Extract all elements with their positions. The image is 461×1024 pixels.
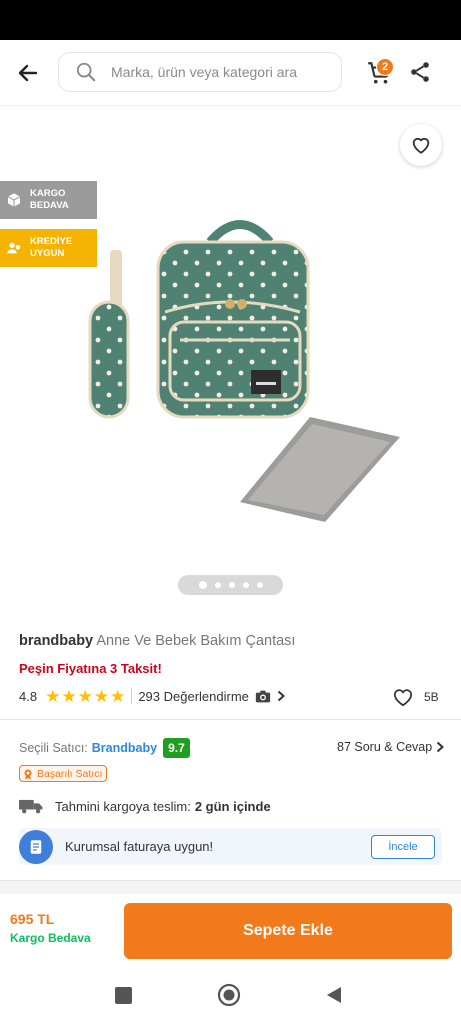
qa-link[interactable]: 87 Soru & Cevap (337, 740, 445, 754)
seller-label: Seçili Satıcı: (19, 741, 88, 755)
like-button[interactable]: 5B (392, 687, 439, 707)
seller-section: Seçili Satıcı: Brandbaby 9.7 87 Soru & C… (0, 720, 461, 880)
product-brand[interactable]: brandbaby (19, 633, 93, 649)
favorite-button[interactable] (400, 124, 442, 166)
product-name: Anne Ve Bebek Bakım Çantası (96, 633, 296, 649)
reviews-count: 293 Değerlendirme (138, 688, 249, 704)
product-info: brandbaby Anne Ve Bebek Bakım Çantası Pe… (0, 613, 461, 720)
shipping-estimate: Tahmini kargoya teslim: 2 gün içinde (19, 798, 271, 814)
share-icon (411, 62, 429, 82)
product-image (88, 220, 400, 522)
star-icon: ★ (77, 686, 93, 706)
pagination-dot[interactable] (198, 581, 207, 589)
star-icon: ★ (110, 686, 126, 706)
invoice-text: Kurumsal faturaya uygun! (65, 839, 214, 854)
cart-count-badge: 2 (376, 58, 394, 76)
product-title: brandbaby Anne Ve Bebek Bakım Çantası (19, 633, 295, 649)
pagination-dot[interactable] (214, 582, 221, 588)
search-input[interactable]: Marka, ürün veya kategori ara (58, 52, 342, 92)
pagination-dot[interactable] (242, 582, 249, 588)
invoice-icon (19, 829, 53, 864)
corporate-invoice-box: Kurumsal faturaya uygun! İncele (19, 828, 442, 865)
nav-back-button[interactable] (324, 985, 344, 1005)
like-count: 5B (424, 690, 439, 704)
share-button[interactable] (408, 60, 436, 88)
incele-button[interactable]: İncele (371, 835, 435, 859)
arrow-left-icon (18, 64, 38, 82)
rating-value: 4.8 (19, 688, 38, 704)
seller-score: 9.7 (163, 738, 190, 758)
pagination-dot[interactable] (256, 582, 263, 588)
installment-promo: Peşin Fiyatına 3 Taksit! (19, 661, 162, 676)
user-credit-icon (7, 242, 21, 254)
medal-icon (24, 769, 32, 779)
shipping-value: 2 gün içinde (194, 798, 271, 814)
qa-count: 87 Soru & Cevap (337, 740, 433, 754)
buy-bar: 695 TL Kargo Bedava Sepete Ekle (0, 894, 461, 969)
star-icon: ★ (45, 686, 61, 706)
android-nav-bar (0, 969, 461, 1024)
heart-icon (393, 689, 413, 707)
rating-row[interactable]: 4.8 ★ ★ ★ ★ ★ 293 Değerlendirme (19, 687, 285, 705)
star-icon: ★ (93, 686, 110, 706)
top-bar: Marka, ürün veya kategori ara 2 (0, 40, 461, 106)
search-placeholder: Marka, ürün veya kategori ara (111, 64, 297, 80)
product-gallery[interactable]: KARGO BEDAVA KREDİYE UYGUN (0, 107, 461, 613)
divider (131, 688, 133, 704)
heart-icon (412, 137, 430, 154)
price: 695 TL (10, 911, 55, 927)
camera-icon (255, 690, 271, 702)
recents-button[interactable] (115, 987, 132, 1004)
free-shipping-label: Kargo Bedava (10, 931, 91, 945)
chevron-right-icon (277, 690, 285, 702)
pagination-dot[interactable] (228, 582, 235, 588)
section-divider (0, 880, 461, 894)
reviews-link[interactable]: 293 Değerlendirme (138, 689, 285, 704)
status-bar (0, 0, 461, 40)
seller-name[interactable]: Brandbaby (92, 741, 157, 755)
successful-seller-badge: Başarılı Satıcı (19, 765, 108, 782)
image-pagination[interactable] (178, 575, 283, 595)
truck-icon (19, 799, 43, 814)
rating-stars: ★ ★ ★ ★ ★ (45, 688, 125, 705)
star-icon: ★ (61, 686, 77, 706)
add-to-cart-button[interactable]: Sepete Ekle (124, 903, 452, 959)
chevron-right-icon (437, 741, 445, 753)
shipping-label: Tahmini kargoya teslim: (55, 798, 191, 814)
search-icon (76, 62, 96, 82)
seller-line: Seçili Satıcı: Brandbaby 9.7 (19, 738, 190, 758)
back-button[interactable] (12, 57, 44, 89)
home-button[interactable] (217, 983, 241, 1007)
box-icon (7, 193, 21, 207)
